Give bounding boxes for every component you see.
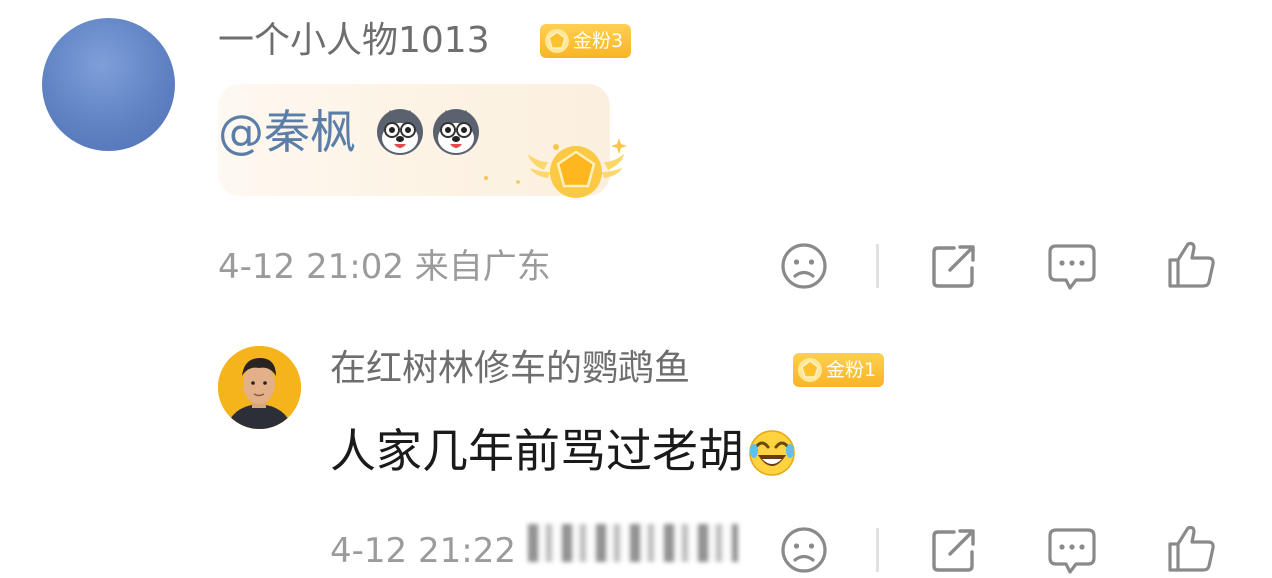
thumbs-up-icon[interactable] xyxy=(1166,238,1218,290)
gem-icon xyxy=(798,358,822,382)
fan-badge[interactable]: 金粉3 xyxy=(540,24,632,58)
husky-emoji-icon xyxy=(377,109,423,155)
avatar[interactable] xyxy=(218,346,301,429)
husky-emoji-icon xyxy=(433,109,479,155)
obscured-text xyxy=(528,524,738,562)
comment-content: @秦枫 xyxy=(218,104,482,160)
frown-face-icon[interactable] xyxy=(778,524,830,576)
reply-meta: 4-12 21:22 xyxy=(330,531,516,571)
gold-gem-decoration-icon xyxy=(484,138,627,198)
reply-username[interactable]: 在红树林修车的鹦鹉鱼 xyxy=(330,347,690,391)
action-divider xyxy=(876,528,879,572)
share-icon[interactable] xyxy=(928,240,980,292)
person-avatar-icon xyxy=(218,346,301,429)
fan-badge[interactable]: 金粉1 xyxy=(793,353,885,387)
laughing-crying-emoji-icon xyxy=(749,430,795,476)
action-divider xyxy=(876,244,879,288)
badge-label: 金粉1 xyxy=(826,359,877,381)
avatar[interactable] xyxy=(42,18,175,151)
reply-text: 人家几年前骂过老胡 xyxy=(330,424,744,478)
thumbs-up-icon[interactable] xyxy=(1166,522,1218,574)
comment-meta: 4-12 21:02 来自广东 xyxy=(218,247,551,287)
comment-username[interactable]: 一个小人物1013 xyxy=(218,19,490,63)
badge-label: 金粉3 xyxy=(573,30,624,52)
comment-icon[interactable] xyxy=(1046,240,1098,292)
frown-face-icon[interactable] xyxy=(778,240,830,292)
reply-content: 人家几年前骂过老胡 xyxy=(330,423,798,479)
comment-icon[interactable] xyxy=(1046,524,1098,576)
gem-icon xyxy=(545,29,569,53)
share-icon[interactable] xyxy=(928,524,980,576)
mention-link[interactable]: @秦枫 xyxy=(218,104,356,160)
